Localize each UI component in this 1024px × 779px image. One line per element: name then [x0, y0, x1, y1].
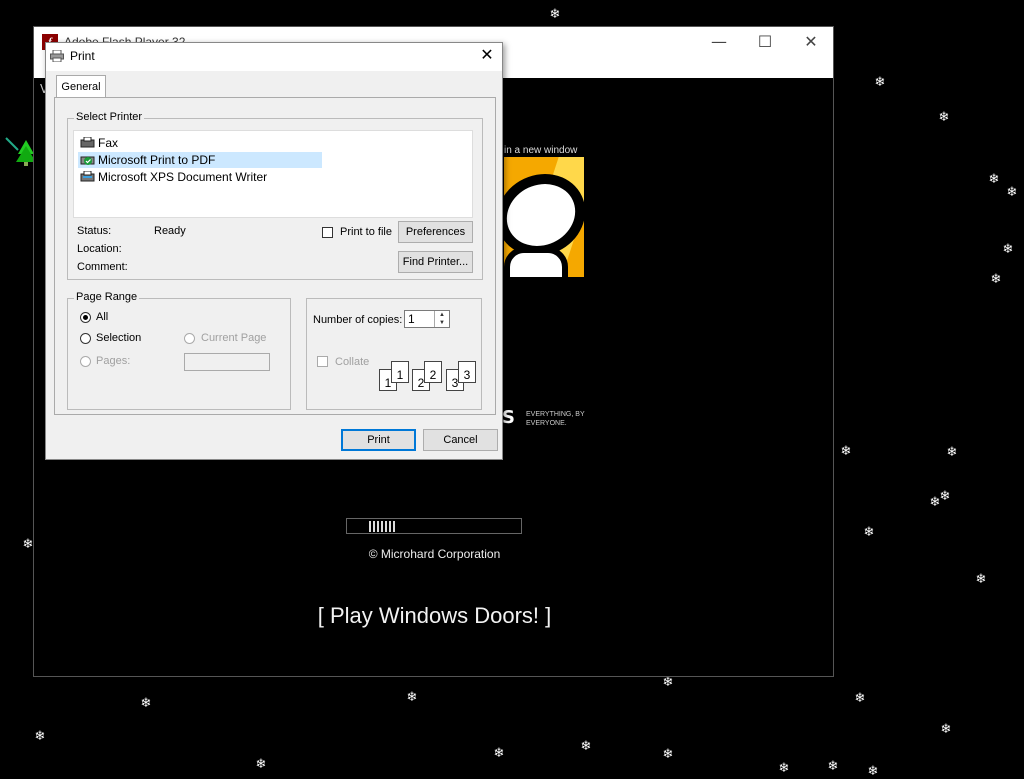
loading-progress-bar: [346, 518, 522, 534]
default-printer-icon: [80, 156, 95, 165]
collate-page-icon: 3: [458, 361, 476, 383]
snowflake-icon: ❄: [863, 525, 875, 540]
snowflake-icon: ❄: [140, 696, 152, 711]
snowflake-icon: ❄: [940, 722, 952, 737]
fax-icon: [80, 137, 95, 148]
radio-current-page: [184, 333, 195, 344]
snowflake-icon: ❄: [778, 761, 790, 776]
copies-label: Number of copies:: [313, 314, 403, 326]
radio-all-label[interactable]: All: [96, 311, 108, 323]
copies-value[interactable]: 1: [408, 312, 415, 326]
cancel-button[interactable]: Cancel: [423, 429, 498, 451]
minimize-button[interactable]: —: [704, 31, 734, 53]
new-window-link[interactable]: in a new window: [504, 145, 577, 156]
snowflake-icon: ❄: [929, 495, 941, 510]
collate-page-icon: 1: [391, 361, 409, 383]
print-dialog-titlebar: Print ✕: [46, 43, 502, 71]
printer-name: Microsoft XPS Document Writer: [98, 170, 268, 184]
printer-item-xps[interactable]: Microsoft XPS Document Writer: [78, 169, 271, 185]
printer-name: Microsoft Print to PDF: [98, 153, 216, 167]
dialog-close-button[interactable]: ✕: [476, 45, 498, 67]
play-windows-doors-link[interactable]: [ Play Windows Doors! ]: [34, 603, 835, 629]
maximize-button[interactable]: ☐: [750, 31, 780, 53]
print-button[interactable]: Print: [341, 429, 416, 451]
snowflake-icon: ❄: [662, 747, 674, 762]
radio-current-page-label: Current Page: [201, 332, 267, 344]
printer-item-pdf[interactable]: Microsoft Print to PDF: [78, 152, 322, 168]
snowflake-icon: ❄: [975, 572, 987, 587]
windows-doors-artwork: [504, 157, 584, 375]
snowflake-icon: ❄: [946, 445, 958, 460]
copies-group: Number of copies: Collate 1 1 2 2 3 3: [306, 298, 482, 410]
snowflake-icon: ❄: [827, 759, 839, 774]
preferences-button[interactable]: Preferences: [398, 221, 473, 243]
page-range-group: Page Range All Selection Current Page Pa…: [67, 291, 291, 410]
progress-fill: [369, 521, 395, 532]
general-tab-panel: Select Printer Fax Microsoft Print to PD…: [54, 97, 496, 415]
radio-all[interactable]: [80, 312, 91, 323]
radio-pages: [80, 356, 91, 367]
art-logo-letter: S: [502, 407, 515, 428]
printer-name: Fax: [98, 136, 119, 150]
print-to-file-checkbox[interactable]: [322, 227, 333, 238]
snowflake-icon: ❄: [34, 729, 46, 744]
snowflake-icon: ❄: [493, 746, 505, 761]
snowflake-icon: ❄: [1002, 242, 1014, 257]
comment-label: Comment:: [77, 261, 128, 273]
snowflake-icon: ❄: [1006, 185, 1018, 200]
snowflake-icon: ❄: [938, 110, 950, 125]
printer-item-fax[interactable]: Fax: [78, 135, 122, 151]
printer-device-icon: [80, 171, 95, 182]
snowflake-icon: ❄: [988, 172, 1000, 187]
collate-checkbox: [317, 356, 328, 367]
collate-page-icon: 2: [424, 361, 442, 383]
select-printer-title: Select Printer: [74, 111, 145, 123]
close-button[interactable]: ✕: [796, 31, 826, 53]
status-value: Ready: [154, 225, 186, 237]
collate-label: Collate: [335, 356, 370, 368]
printer-list[interactable]: Fax Microsoft Print to PDF Microsoft XPS…: [73, 130, 473, 218]
art-tagline: EVERYTHING, BY EVERYONE.: [526, 411, 585, 427]
snowflake-icon: ❄: [580, 739, 592, 754]
radio-selection[interactable]: [80, 333, 91, 344]
snowflake-icon: ❄: [255, 757, 267, 772]
find-printer-button[interactable]: Find Printer...: [398, 251, 473, 273]
print-dialog-title: Print: [70, 49, 95, 63]
stepper-arrows-icon[interactable]: ▲ ▼: [434, 311, 449, 327]
page-range-title: Page Range: [74, 291, 140, 303]
snowflake-icon: ❄: [854, 691, 866, 706]
radio-pages-label: Pages:: [96, 355, 131, 367]
print-to-file-label[interactable]: Print to file: [340, 226, 392, 238]
copyright-text: © Microhard Corporation: [368, 547, 501, 561]
pages-input: [184, 353, 270, 371]
snowflake-icon: ❄: [840, 444, 852, 459]
tab-general[interactable]: General: [56, 75, 106, 98]
select-printer-group: Select Printer Fax Microsoft Print to PD…: [67, 111, 483, 280]
snowflake-icon: ❄: [874, 75, 886, 90]
print-dialog: Print ✕ General Select Printer Fax Micro…: [45, 42, 503, 460]
snowflake-icon: ❄: [662, 675, 674, 690]
copies-stepper[interactable]: 1 ▲ ▼: [404, 310, 450, 328]
snowflake-icon: ❄: [867, 764, 879, 779]
printer-icon: [50, 50, 64, 62]
snowflake-icon: ❄: [406, 690, 418, 705]
radio-selection-label[interactable]: Selection: [96, 332, 141, 344]
location-label: Location:: [77, 243, 122, 255]
status-label: Status:: [77, 225, 112, 237]
snowflake-icon: ❄: [990, 272, 1002, 287]
snowflake-icon: ❄: [549, 7, 561, 22]
